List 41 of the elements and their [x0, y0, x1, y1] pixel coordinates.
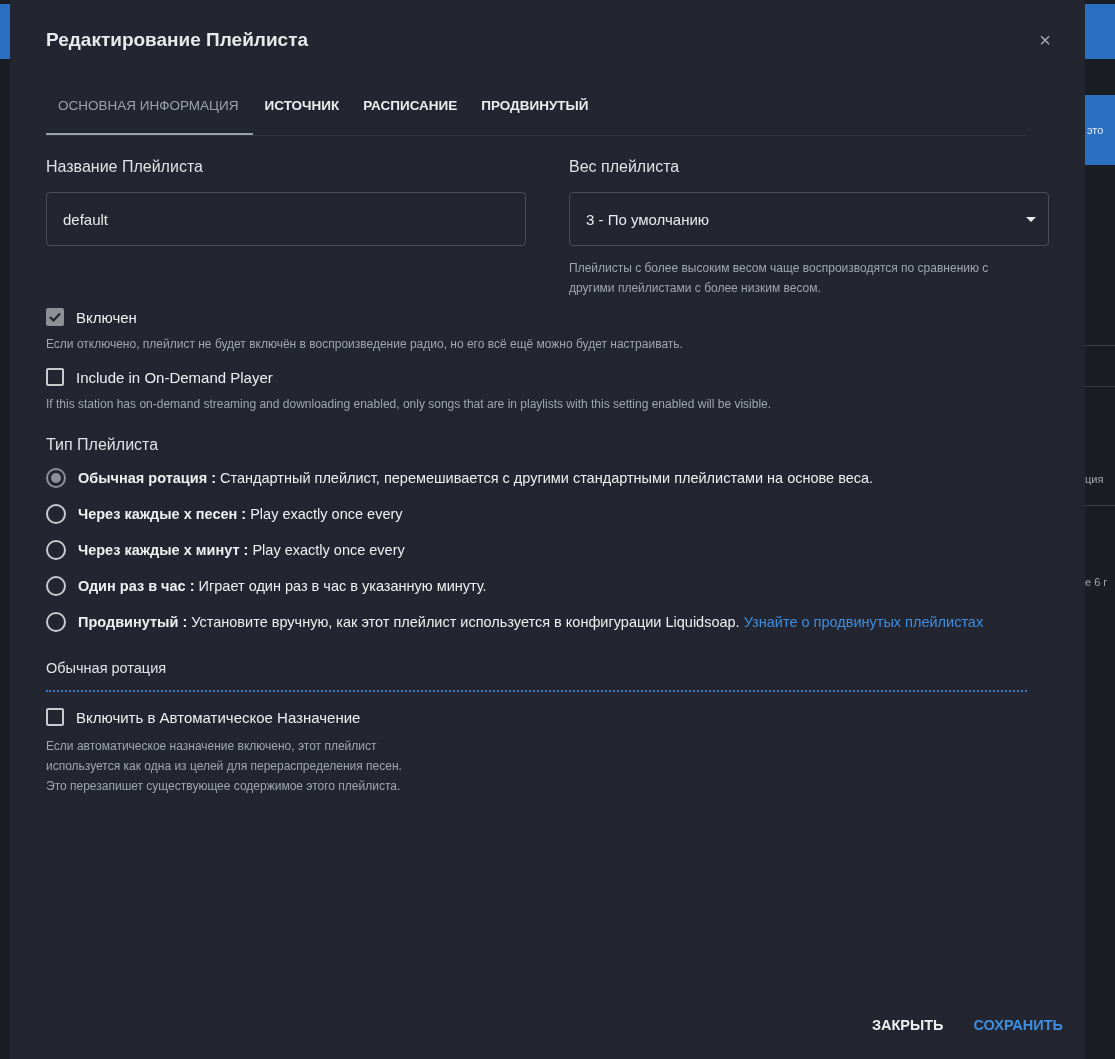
tab[interactable]: РАСПИСАНИЕ [351, 80, 470, 135]
close-button[interactable]: × [1033, 27, 1057, 53]
help-link[interactable]: Узнайте о продвинутых плейлистах [743, 614, 984, 630]
radio-label: Обычная ротация : Стандартный плейлист, перемешивается с другими стандартными плейлистами на основе веса. [78, 469, 874, 488]
field-label: Вес плейлиста [569, 158, 681, 176]
checkbox[interactable] [46, 368, 64, 386]
radio-button[interactable] [46, 468, 66, 488]
save-button[interactable]: СОХРАНИТЬ [965, 1009, 1071, 1041]
help-text: Плейлисты с более высоким весом чаще воспроизводятся по сравнению с другими плейлистами с более низким весом. [569, 260, 990, 297]
dialog-title: Редактирование Плейлиста [46, 29, 308, 51]
backdrop-text: ция [1085, 473, 1105, 485]
checkbox-label: Включен [76, 308, 137, 326]
radio-button[interactable] [46, 540, 66, 560]
checkbox[interactable] [46, 708, 64, 726]
radio-button[interactable] [46, 504, 66, 524]
backdrop-panel [0, 4, 10, 59]
checkbox-label: Включить в Автоматическое Назначение [76, 708, 361, 726]
tab[interactable]: ОСНОВНАЯ ИНФОРМАЦИЯ [46, 80, 253, 135]
help-text: If this station has on-demand streaming and downloading enabled, only songs that are in playlists with this setting enabled will be visible. [46, 396, 773, 413]
backdrop-panel [1085, 4, 1115, 59]
radio-label: Один раз в час : Играет один раз в час в указанную минуту. [78, 577, 487, 596]
checkbox[interactable] [46, 308, 64, 326]
radio-label: Через каждые х песен : Play exactly once every [78, 505, 403, 524]
help-text: Если отключено, плейлист не будет включён в воспроизведение радио, но его всё ещё можно будет настраивать. [46, 336, 684, 353]
section-heading: Обычная ротация [46, 660, 168, 676]
field-label: Название Плейлиста [46, 158, 204, 176]
backdrop-text: е 6 г [1085, 576, 1109, 588]
tab[interactable]: ИСТОЧНИК [252, 80, 352, 135]
close-text-button[interactable]: ЗАКРЫТЬ [863, 1009, 952, 1041]
tab[interactable]: ПРОДВИНУТЫЙ [469, 80, 601, 135]
section-label: Тип Плейлиста [46, 436, 160, 454]
help-text: Если автоматическое назначение включено, этот плейлист используется как одна из целей для перераспределения песен. Это перезапишет существующее содержимое этого плейлиста. [46, 738, 403, 795]
dropdown-caret-icon [1026, 216, 1036, 222]
radio-button[interactable] [46, 576, 66, 596]
radio-label: Через каждые х минут : Play exactly once every [78, 541, 405, 560]
input-field[interactable]: default [46, 192, 526, 246]
backdrop-text: это [1086, 124, 1104, 136]
radio-button[interactable] [46, 612, 66, 632]
checkbox-label: Include in On-Demand Player [76, 368, 273, 386]
radio-label: Продвинутый : Установите вручную, как этот плейлист используется в конфигурации Liquidsoap. Узнайте о продвинутых плейлистах [78, 613, 984, 632]
select-field[interactable]: 3 - По умолчанию [569, 192, 1049, 246]
